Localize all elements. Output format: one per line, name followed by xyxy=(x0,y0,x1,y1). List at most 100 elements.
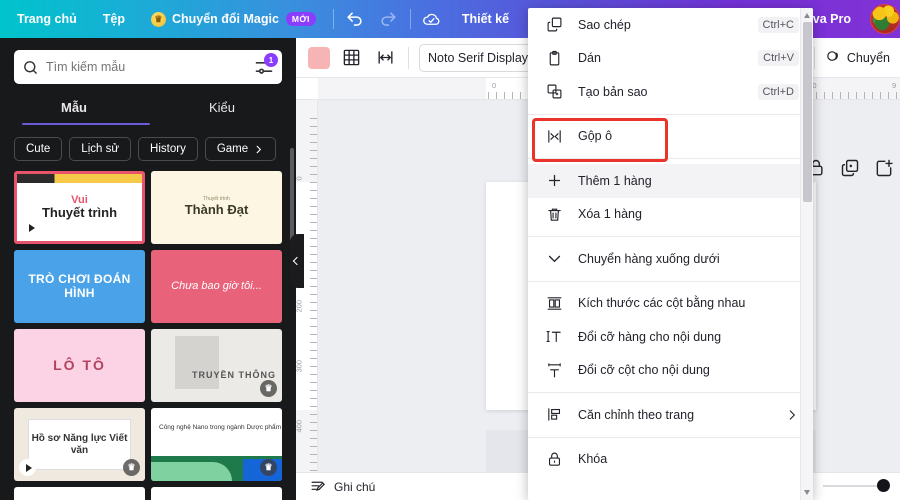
notes-icon xyxy=(311,481,326,491)
template-main-title: LÔ TÔ xyxy=(53,357,106,374)
scroll-up-arrow[interactable] xyxy=(804,13,810,18)
menu-item-copy[interactable]: Sao chép Ctrl+C xyxy=(528,8,813,42)
menu-item-align-to-page[interactable]: Căn chỉnh theo trang xyxy=(528,398,813,432)
menu-magic-label: Chuyển đổi Magic xyxy=(171,12,279,26)
template-card[interactable] xyxy=(14,487,145,500)
chip-history-vi[interactable]: Lịch sử xyxy=(69,137,132,161)
template-card[interactable]: Thuyết trình Thành Đạt xyxy=(151,171,282,244)
template-main-title: TRÒ CHƠI ĐOÁN HÌNH xyxy=(28,271,131,300)
column-width-icon[interactable] xyxy=(372,45,398,71)
menu-item-fit-column-label: Đổi cỡ cột cho nội dung xyxy=(578,363,710,378)
menu-item-equal-columns[interactable]: Kích thước các cột bằng nhau xyxy=(528,287,813,321)
ruler-tick-label: 200 xyxy=(296,299,304,313)
template-card[interactable]: Công nghệ Nano trong ngành Dược phẩm ♛ xyxy=(151,408,282,481)
template-card[interactable]: Hồ sơ Năng lực Viết văn ♛ xyxy=(14,408,145,481)
animate-icon xyxy=(827,51,838,61)
notes-label: Ghi chú xyxy=(334,479,376,494)
scrollbar-thumb[interactable] xyxy=(803,22,812,202)
template-subtitle: Vui xyxy=(71,193,88,206)
tab-styles[interactable]: Kiểu xyxy=(148,100,296,125)
menu-magic-switch[interactable]: ♛ Chuyển đổi Magic MỚI xyxy=(138,0,329,38)
menu-item-delete-row-label: Xóa 1 hàng xyxy=(578,207,642,222)
menu-separator xyxy=(528,236,813,237)
ruler-tick-label: 0 xyxy=(296,176,304,180)
search-box[interactable]: 1 xyxy=(14,50,282,84)
template-main-title: TRUYỀN THÔNG xyxy=(192,369,276,380)
cloud-check-icon[interactable] xyxy=(415,0,449,38)
duplicate-page-icon[interactable] xyxy=(840,158,860,178)
redo-icon[interactable] xyxy=(372,0,406,38)
search-input[interactable] xyxy=(46,60,254,74)
play-icon xyxy=(19,459,36,476)
animate-button[interactable]: Chuyển xyxy=(825,49,890,66)
collapse-sidebar-handle[interactable] xyxy=(290,234,304,288)
template-card[interactable]: LÔ TÔ xyxy=(14,329,145,402)
menu-design[interactable]: Thiết kế xyxy=(449,0,522,38)
tab-templates[interactable]: Mẫu xyxy=(0,100,148,125)
fit-column-icon xyxy=(545,361,564,380)
menu-item-merge-cells[interactable]: Gộp ô xyxy=(528,120,813,154)
menu-item-duplicate[interactable]: Tạo bản sao Ctrl+D xyxy=(528,75,813,109)
font-family-label: Noto Serif Display xyxy=(428,50,529,65)
user-avatar[interactable] xyxy=(870,4,900,34)
zoom-slider[interactable] xyxy=(823,479,890,492)
tab-templates-label: Mẫu xyxy=(61,100,87,115)
align-page-icon xyxy=(545,405,564,424)
menu-separator xyxy=(528,280,813,282)
add-page-icon[interactable] xyxy=(874,158,894,178)
vertical-ruler[interactable]: 0 100 200 300 400 500 xyxy=(296,100,318,478)
chip-history-en-label: History xyxy=(150,143,186,155)
menu-home[interactable]: Trang chủ xyxy=(4,0,90,38)
filter-icon[interactable]: 1 xyxy=(254,53,278,77)
menu-item-lock-label: Khóa xyxy=(578,452,608,467)
template-main-title: Công nghệ Nano trong ngành Dược phẩm xyxy=(159,424,282,431)
crown-icon: ♛ xyxy=(123,459,140,476)
menu-item-lock[interactable]: Khóa xyxy=(528,443,813,477)
menu-item-fit-column[interactable]: Đổi cỡ cột cho nội dung xyxy=(528,354,813,388)
chevron-right-icon xyxy=(789,410,796,420)
tab-active-indicator xyxy=(22,122,150,125)
menu-item-copy-label: Sao chép xyxy=(578,17,631,32)
menu-item-delete-row[interactable]: Xóa 1 hàng xyxy=(528,198,813,232)
context-menu-scrollbar[interactable] xyxy=(800,8,813,500)
menu-separator xyxy=(528,113,813,115)
menu-item-duplicate-label: Tạo bản sao xyxy=(578,84,648,99)
menu-item-equal-columns-label: Kích thước các cột bằng nhau xyxy=(578,296,746,311)
page-actions xyxy=(806,158,894,178)
template-card[interactable]: Chưa bao giờ tôi... xyxy=(151,250,282,323)
menu-item-copy-shortcut: Ctrl+C xyxy=(757,16,799,33)
template-grid: Vui Thuyết trình Thuyết trình Thành Đạt … xyxy=(0,171,296,500)
template-card[interactable]: TRÒ CHƠI ĐOÁN HÌNH xyxy=(14,250,145,323)
scroll-down-arrow[interactable] xyxy=(804,490,810,495)
template-card[interactable]: Vui Thuyết trình xyxy=(14,171,145,244)
menu-separator xyxy=(528,436,813,438)
new-badge: MỚI xyxy=(285,11,316,27)
menu-item-add-row[interactable]: Thêm 1 hàng xyxy=(528,164,813,198)
menu-item-move-row-down[interactable]: Chuyển hàng xuống dưới xyxy=(528,242,813,276)
undo-icon[interactable] xyxy=(338,0,372,38)
menu-item-fit-row[interactable]: Đổi cỡ hàng cho nội dung xyxy=(528,320,813,354)
fill-color-swatch[interactable] xyxy=(308,46,330,69)
crown-icon: ♛ xyxy=(150,11,166,27)
duplicate-icon xyxy=(545,82,564,101)
menu-item-paste[interactable]: Dán Ctrl+V xyxy=(528,42,813,76)
decor-bar xyxy=(17,174,142,183)
template-main-title: Thành Đạt xyxy=(184,201,249,217)
menu-file[interactable]: Tệp xyxy=(90,0,138,38)
table-grid-icon[interactable] xyxy=(338,45,364,71)
plus-icon xyxy=(545,171,564,190)
search-icon xyxy=(24,60,37,74)
template-main-title: Chưa bao giờ tôi... xyxy=(171,280,262,293)
merge-cells-icon xyxy=(545,127,564,146)
chip-game[interactable]: Game xyxy=(204,137,277,161)
chip-cute-label: Cute xyxy=(26,143,51,155)
menu-item-align-to-page-label: Căn chỉnh theo trang xyxy=(578,407,695,422)
sidebar-tabs: Mẫu Kiểu xyxy=(0,100,296,125)
template-card[interactable] xyxy=(151,487,282,500)
menu-design-label: Thiết kế xyxy=(461,12,510,26)
decor-green-light xyxy=(151,462,233,481)
chip-history-en[interactable]: History xyxy=(138,137,198,161)
template-card[interactable]: TRUYỀN THÔNG ♛ xyxy=(151,329,282,402)
chip-cute[interactable]: Cute xyxy=(14,137,63,161)
zoom-knob[interactable] xyxy=(877,479,890,492)
